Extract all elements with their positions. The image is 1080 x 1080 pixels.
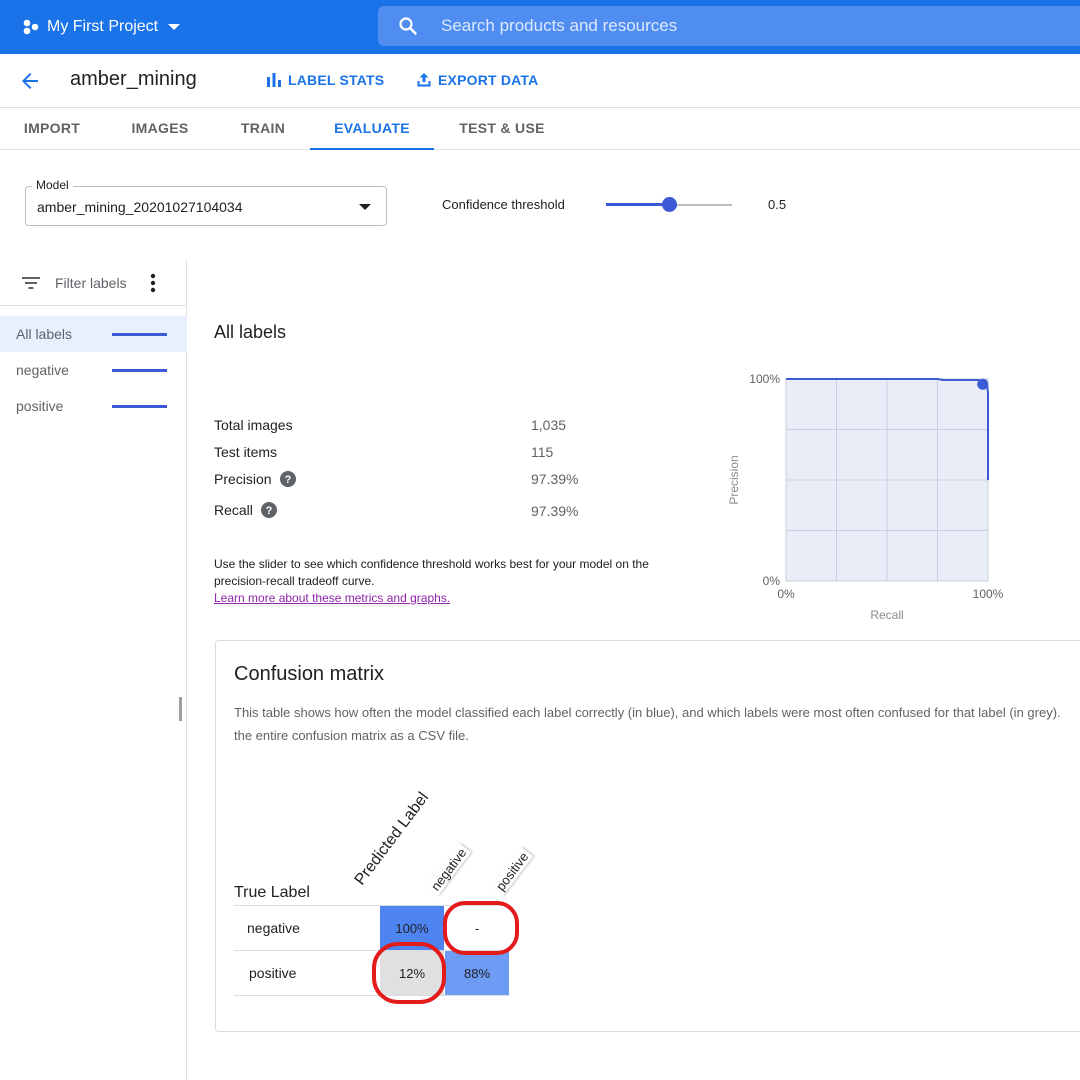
search-placeholder: Search products and resources [441,16,678,35]
svg-text:?: ? [266,505,273,517]
sidebar-resize-handle[interactable] [179,697,182,721]
page-title: amber_mining [70,68,197,90]
search-icon [399,17,417,35]
export-data-button[interactable]: EXPORT DATA [416,72,538,88]
matrix-cell[interactable]: 88% [445,951,509,995]
row-divider [234,995,510,996]
export-data-label: EXPORT DATA [438,72,539,88]
sidebar-item-label: All labels [16,326,73,342]
x-tick-label: 100% [973,587,1004,601]
confusion-matrix-card: Confusion matrix This table shows how of… [215,640,1080,1032]
top-app-bar: My First Project Search products and res… [0,0,1080,54]
label-stats-label: LABEL STATS [288,72,385,88]
filter-list-icon [22,277,40,289]
learn-more-link[interactable]: Learn more about these metrics and graph… [214,590,450,607]
page-header: amber_mining LABEL STATS EXPORT DATA [0,54,1080,108]
confidence-threshold-slider[interactable] [606,194,732,216]
search-bar[interactable]: Search products and resources [378,6,1080,46]
sidebar-item-negative[interactable]: negative [0,352,187,388]
confidence-threshold-value: 0.5 [768,197,787,212]
back-arrow-icon[interactable] [18,69,42,93]
bar-chart-icon [267,73,281,87]
help-icon[interactable]: ? [260,502,277,518]
slider-thumb[interactable] [662,197,677,212]
tab-test-and-use[interactable]: TEST & USE [448,108,556,150]
label-color-line [112,333,167,336]
matrix-cell[interactable]: 12% [380,951,444,995]
svg-text:?: ? [284,474,291,486]
column-header-negative: negative [426,842,472,896]
x-axis-label: Recall [870,608,903,622]
sidebar-item-all-labels[interactable]: All labels [0,316,187,352]
project-name: My First Project [47,18,159,35]
precision-label: Precision ? [214,471,296,487]
sidebar-item-positive[interactable]: positive [0,388,187,424]
tab-import[interactable]: IMPORT [8,108,96,150]
true-label-header: True Label [234,884,310,901]
threshold-point [977,378,989,390]
test-items-value: 115 [531,444,554,460]
slider-fill [606,203,669,206]
label-sidebar: Filter labels All labels negative positi… [0,260,187,1080]
test-items-label: Test items [214,444,278,460]
project-selector[interactable]: My First Project [22,14,181,40]
tab-bar: IMPORT IMAGES TRAIN EVALUATE TEST & USE [0,108,1080,150]
label-color-line [112,369,167,372]
matrix-cell[interactable]: - [445,906,509,950]
label-color-line [112,405,167,408]
predicted-label-header: Predicted Label [351,789,433,889]
total-images-value: 1,035 [531,417,567,433]
chevron-down-icon [168,24,181,30]
more-vert-icon[interactable] [150,273,156,293]
model-select[interactable]: Model amber_mining_20201027104034 [25,178,387,226]
total-images-label: Total images [214,417,293,433]
y-tick-label: 0% [763,574,781,588]
filter-labels-placeholder: Filter labels [55,275,127,291]
confusion-matrix-description: This table shows how often the model cla… [234,705,1061,743]
recall-value: 97.39% [531,503,579,519]
dropdown-arrow-icon [359,204,371,210]
slider-help-text: Use the slider to see which confidence t… [214,557,649,607]
x-tick-label: 0% [777,587,795,601]
help-icon[interactable]: ? [279,471,296,487]
matrix-cell[interactable]: 100% [380,906,444,950]
recall-label: Recall ? [214,502,277,518]
tab-evaluate[interactable]: EVALUATE [310,108,434,150]
label-stats-button[interactable]: LABEL STATS [266,72,384,88]
tab-images[interactable]: IMAGES [116,108,204,150]
row-label-negative: negative [247,920,300,936]
model-select-value: amber_mining_20201027104034 [37,199,243,215]
tab-train[interactable]: TRAIN [222,108,304,150]
precision-value: 97.39% [531,471,579,487]
y-tick-label: 100% [749,372,780,386]
y-axis-label: Precision [727,455,741,504]
precision-recall-chart: 100% 0%0% 100% Recall Precision [727,372,1004,622]
upload-icon [417,73,431,87]
row-label-positive: positive [249,965,297,981]
filter-labels[interactable]: Filter labels [0,260,187,306]
sidebar-item-label: positive [16,398,64,414]
project-hexagon-icon [23,19,39,35]
section-title: All labels [214,322,287,342]
model-select-label: Model [32,178,73,192]
confidence-threshold-label: Confidence threshold [442,197,565,212]
sidebar-item-label: negative [16,362,69,378]
confusion-matrix-title: Confusion matrix [234,663,385,685]
column-header-positive: positive [491,846,534,896]
